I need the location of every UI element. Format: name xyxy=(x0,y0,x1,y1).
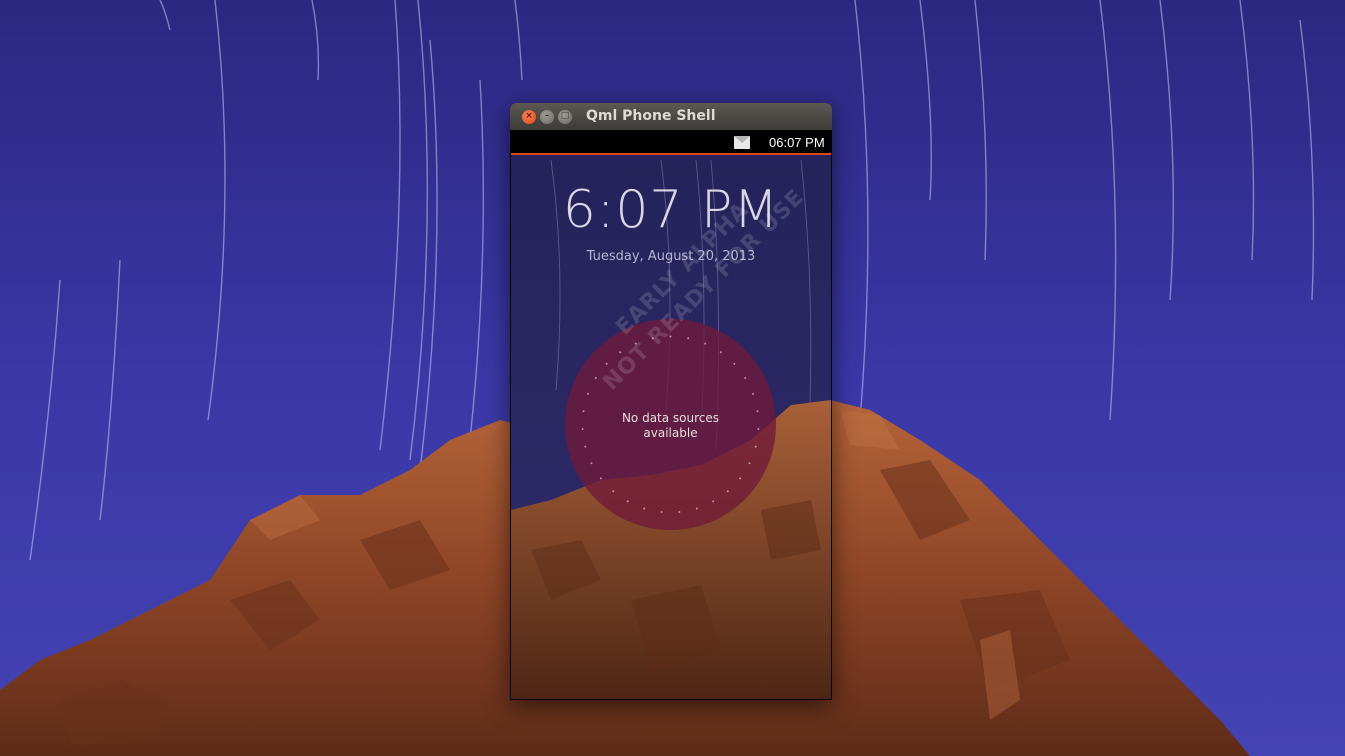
infographic-day-dot xyxy=(590,462,593,465)
infographic-day-dot xyxy=(584,445,587,448)
infographic-day-dot xyxy=(748,462,751,465)
infographic-day-dot xyxy=(612,490,615,493)
window-titlebar[interactable]: × – □ Qml Phone Shell xyxy=(510,103,832,130)
infographic-day-dot xyxy=(678,511,681,513)
infographic-day-dot xyxy=(744,377,747,379)
maximize-window-button[interactable]: □ xyxy=(558,110,572,124)
no-data-line-2: available xyxy=(643,426,698,440)
infographic-day-dot xyxy=(626,500,629,503)
window-title: Qml Phone Shell xyxy=(586,108,716,124)
phone-screen[interactable]: 06:07 PM 6:07 PM Tuesday, August 20, 201… xyxy=(511,130,831,699)
infographic-day-dot xyxy=(752,392,754,395)
infographic-day-dot xyxy=(599,477,602,480)
infographic-day-dot xyxy=(660,511,663,513)
minimize-window-button[interactable]: – xyxy=(540,110,554,124)
envelope-icon[interactable] xyxy=(734,136,750,149)
infographic-day-dot xyxy=(733,362,736,365)
infographic-day-dot xyxy=(719,351,722,354)
close-window-button[interactable]: × xyxy=(522,110,536,124)
infographic-day-dot xyxy=(726,490,729,493)
infographic-day-dot xyxy=(695,507,698,510)
infographic-day-dot xyxy=(643,507,646,510)
infographic-day-dot xyxy=(704,342,707,345)
infographic-day-dot xyxy=(739,477,742,480)
qml-phone-shell-window: × – □ Qml Phone Shell 06:07 PM 6:07 PM T… xyxy=(510,103,832,700)
infographic-day-dot xyxy=(712,500,715,503)
infographic-day-dot xyxy=(754,445,757,448)
infographic-day-dot xyxy=(687,337,690,340)
